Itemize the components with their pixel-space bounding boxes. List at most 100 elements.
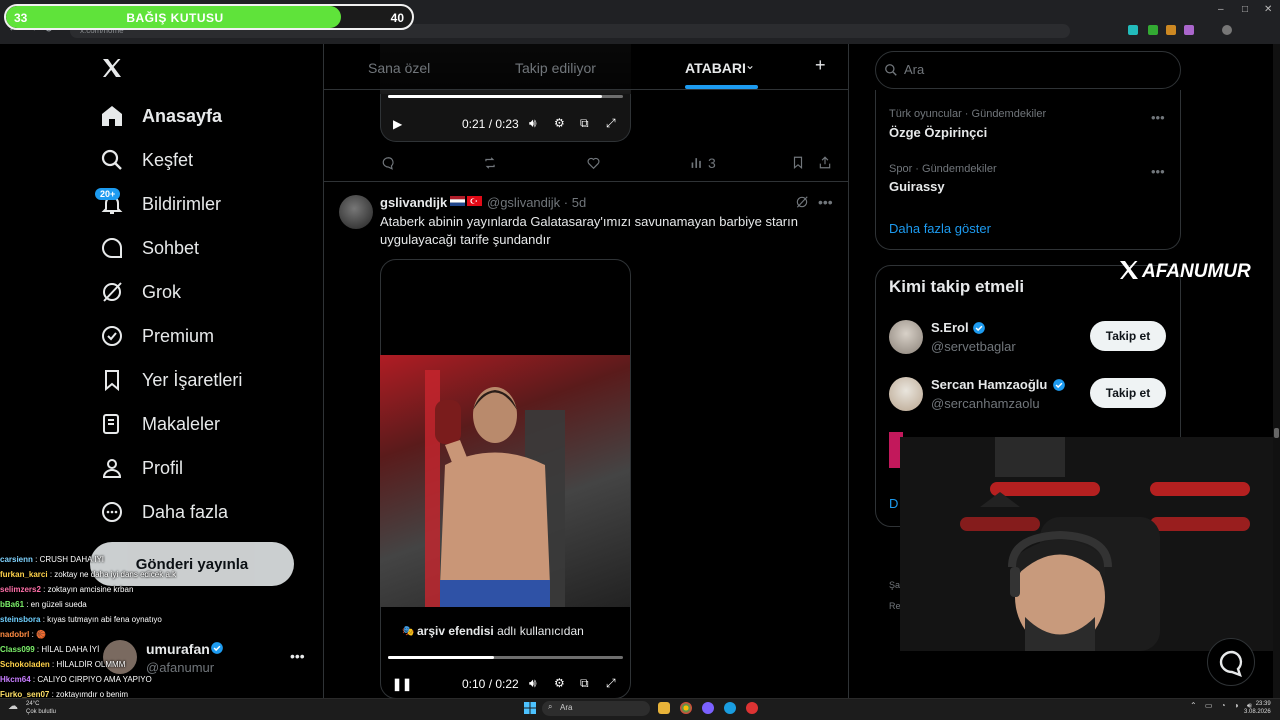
x-logo-icon [1120,261,1138,279]
video-progress-track[interactable] [388,656,623,659]
handle-text: @gslivandijk [487,195,561,210]
trend-item[interactable]: Guirassy [889,179,945,194]
file-explorer-icon[interactable] [658,702,670,714]
app-icon[interactable] [746,702,758,714]
footer-link[interactable]: Re [889,601,901,611]
volume-icon[interactable]: 🔊︎ [529,676,537,691]
more-dots-icon[interactable]: ••• [818,194,833,210]
nav-item-premium[interactable]: Premium [100,318,214,354]
taskbar-search-placeholder: Ara [560,703,573,712]
show-more-link-partial[interactable]: D [889,496,898,511]
footer-link[interactable]: Şa [889,580,900,590]
fullscreen-icon[interactable]: ⤢ [606,676,616,691]
more-dots-icon[interactable]: ••• [1151,164,1165,179]
profile-icon[interactable] [1222,25,1232,35]
weather-temp: 24°C [26,701,40,707]
play-icon[interactable]: ▶ [393,117,402,131]
taskbar-search[interactable] [542,701,650,716]
fullscreen-icon[interactable]: ⤢ [606,116,616,131]
nav-item-bookmarks[interactable]: Yer İşaretleri [100,362,242,398]
chat-username: steinsbora [0,615,41,624]
tab-for-you[interactable]: Sana özel [368,60,430,76]
video-attribution[interactable]: arşiv efendisi adlı kullanıcıdan [417,624,584,638]
user-avatar-small-icon: 🎭 [402,626,415,637]
reply-icon[interactable] [381,156,396,170]
nav-item-chat[interactable]: Sohbet [100,230,199,266]
bookmark-icon [105,370,119,392]
weather-cloud-icon[interactable]: ☁ [8,701,18,712]
nav-item-explore[interactable]: Keşfet [100,142,193,178]
nav-item-more[interactable]: Daha fazla [100,494,228,530]
x-logo-icon[interactable] [100,56,124,80]
weather-widget[interactable]: 24°C Çok bulutlu [26,700,56,716]
messages-button[interactable] [1207,638,1255,686]
netherlands-flag-icon [450,196,465,206]
person-icon [102,459,122,478]
add-tab-icon[interactable]: + [815,55,826,76]
chat-message: Class099 : HİLAL DAHA İYİ [0,642,330,657]
follow-button[interactable]: Takip et [1090,378,1166,408]
share-icon[interactable] [818,155,832,170]
webcam-overlay [900,437,1280,651]
chat-username: Schokoladen [0,660,50,669]
chat-text: : zoktay ne daha iyi dans edicek a.k [47,570,177,579]
chat-text: : zoktayın amcisine krban [40,585,134,594]
app-icon[interactable] [702,702,714,714]
nav-label: Profil [142,457,184,478]
nav-item-home[interactable]: Anasayfa [100,98,222,134]
volume-icon[interactable]: 🔊︎ [529,116,537,131]
maximize-icon[interactable]: □ [1242,4,1248,15]
show-more-link[interactable]: Daha fazla göster [889,221,991,236]
pause-icon[interactable]: ❚❚ [392,677,412,691]
tab-following[interactable]: Takip ediliyor [515,60,596,76]
chrome-icon[interactable] [680,702,692,714]
avatar[interactable] [889,320,923,354]
edge-icon[interactable] [724,702,736,714]
nav-item-profile[interactable]: Profil [100,450,183,486]
active-tab-indicator [685,85,758,89]
chat-icon [102,237,122,258]
nav-label: Bildirimler [142,193,222,214]
trend-meta: Spor · Gündemdekiler [889,163,997,175]
chat-message: bBa61 : en güzeli sueda [0,597,330,612]
video-progress-track[interactable] [388,95,623,98]
picture-in-picture-icon[interactable]: ⧉ [580,116,589,131]
extension-icon[interactable] [1128,25,1138,35]
nav-label: Anasayfa [142,105,223,126]
repost-icon[interactable] [482,156,498,170]
notification-count-badge: 20+ [95,188,121,200]
clock[interactable]: 23:39 3.08.2026 [1244,700,1271,716]
bookmark-icon[interactable] [791,155,805,170]
settings-gear-icon[interactable]: ⚙ [554,116,565,130]
views-icon[interactable] [690,156,703,169]
tab-list-atabari[interactable]: ATABARI [685,60,746,76]
more-dots-icon[interactable]: ••• [1151,110,1165,125]
settings-gear-icon[interactable]: ⚙ [554,676,565,690]
extension-icon[interactable] [1184,25,1194,35]
close-window-icon[interactable]: ✕ [1264,4,1272,15]
nav-item-articles[interactable]: Makaleler [100,406,220,442]
scrollbar-thumb[interactable] [1274,428,1279,438]
suggested-user-name[interactable]: S.Erol [931,320,969,335]
attribution-text: adlı kullanıcıdan [497,624,584,638]
extension-icon[interactable] [1166,25,1176,35]
suggested-user-handle: @sercanhamzaolu [931,396,1040,411]
picture-in-picture-icon[interactable]: ⧉ [580,676,589,691]
nav-item-grok[interactable]: Grok [100,274,181,310]
video-time: 0:21 / 0:23 [462,117,519,131]
follow-button[interactable]: Takip et [1090,321,1166,351]
minimize-icon[interactable]: – [1218,4,1224,15]
avatar[interactable] [339,195,373,229]
windows-start-icon[interactable] [524,702,536,714]
suggested-user-name[interactable]: Sercan Hamzaoğlu [931,377,1047,392]
scrollbar[interactable] [1273,44,1280,704]
turkey-flag-icon [467,196,482,206]
trend-item[interactable]: Özge Özpirinçci [889,125,987,140]
chevron-down-icon[interactable]: ⌄ [745,58,755,72]
tweet-author-name[interactable]: gslivandijk [380,195,447,210]
avatar[interactable] [889,377,923,411]
grok-icon[interactable] [795,195,809,209]
nav-label: Premium [142,325,215,346]
extension-icon[interactable] [1148,25,1158,35]
like-icon[interactable] [586,156,601,170]
